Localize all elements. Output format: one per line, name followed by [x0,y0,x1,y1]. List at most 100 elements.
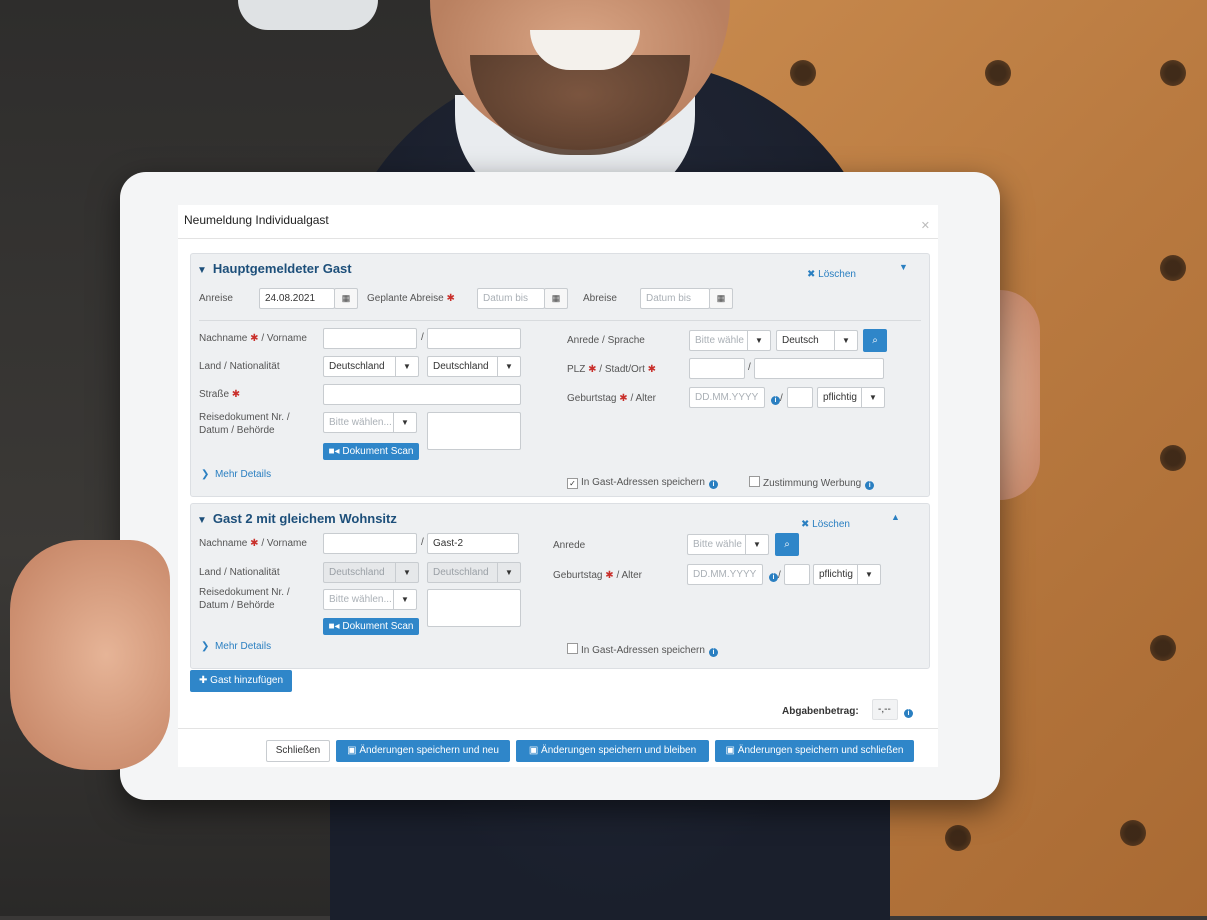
save-close-button[interactable]: ▣ Änderungen speichern und schließen [715,740,914,762]
nationality-select[interactable]: Deutschland ▼ [427,356,521,377]
document-scan-button[interactable]: ■◂ Dokument Scan [323,443,419,460]
calendar-icon[interactable]: ▦ [544,288,568,309]
lastname-input[interactable] [323,533,417,554]
save-icon: ▣ [347,745,357,756]
tax-status-select[interactable]: pflichtig ▼ [817,387,885,408]
required-icon: ✱ [588,364,597,375]
guest2-heading-text: Gast 2 mit gleichem Wohnsitz [212,511,397,526]
levy-info: i [900,705,913,718]
birthday-input[interactable]: DD.MM.YYYY [687,564,763,585]
chevron-down-icon: ▼ [857,565,880,584]
save-address-option[interactable]: In Gast-Adressen speichern i [567,643,718,657]
main-guest-panel: ▼ Hauptgemeldeter Gast ✖ Löschen ▼ Anreis… [190,253,930,497]
firstname-label-text: / Vorname [261,333,307,344]
consent-option[interactable]: Zustimmung Werbung i [749,476,875,490]
more-details-link[interactable]: ❯ Mehr Details [201,469,271,480]
firstname-input[interactable] [427,328,521,349]
document-type-select[interactable]: Bitte wählen... ▼ [323,412,417,433]
info-icon[interactable]: i [865,481,875,490]
country-select: Deutschland ▼ [323,562,419,583]
salutation-select[interactable]: Bitte wähle ▼ [689,330,771,351]
city-input[interactable] [754,358,884,379]
chevron-down-icon: ▼ [197,515,207,526]
name-label-text: Nachname [199,538,248,549]
close-button[interactable]: Schließen [266,740,330,762]
arrival-input[interactable]: 24.08.2021 [259,288,335,309]
search-icon[interactable]: ⌕ [863,329,887,352]
search-icon[interactable]: ⌕ [775,533,799,556]
divider [178,238,938,239]
more-details-link[interactable]: ❯ Mehr Details [201,641,271,652]
save-address-checkbox[interactable] [567,643,578,654]
chevron-up-icon[interactable]: ▲ [891,512,900,522]
planned-departure-input[interactable]: Datum bis [477,288,545,309]
age-input[interactable] [787,387,813,408]
street-input[interactable] [323,384,521,405]
calendar-icon[interactable]: ▦ [334,288,358,309]
lastname-input[interactable] [323,328,417,349]
info-icon[interactable]: i [769,573,778,582]
birthday-info: i / [765,569,781,582]
add-guest-button[interactable]: ✚ Gast hinzufügen [190,670,292,692]
planned-departure-text: Geplante Abreise [367,293,444,304]
chevron-down-icon: ▼ [747,331,770,350]
salutation-language-label: Anrede / Sprache [567,335,645,346]
levy-value: -,-- [872,699,898,720]
guest2-panel: ▼ Gast 2 mit gleichem Wohnsitz ✖ Löschen … [190,503,930,669]
salutation-select[interactable]: Bitte wähle ▼ [687,534,769,555]
collapse-icon[interactable]: ▼ [899,262,908,272]
document-label: Reisedokument Nr. / Datum / Behörde [199,586,290,612]
separator-slash: / [421,537,424,548]
chevron-down-icon: ▼ [197,265,207,276]
language-select[interactable]: Deutsch ▼ [776,330,858,351]
camera-icon: ■◂ [328,621,340,632]
birthday-label: Geburtstag ✱ / Alter [553,569,642,582]
birthday-input[interactable]: DD.MM.YYYY [689,387,765,408]
info-icon[interactable]: i [904,709,913,718]
country-select[interactable]: Deutschland ▼ [323,356,419,377]
document-type-select[interactable]: Bitte wählen... ▼ [323,589,417,610]
delete-guest2-button[interactable]: ✖ Löschen [801,519,850,530]
info-icon[interactable]: i [771,396,780,405]
separator-slash: / [421,332,424,343]
chevron-down-icon: ▼ [745,535,768,554]
document-details-textarea[interactable] [427,589,521,627]
main-guest-heading-text: Hauptgemeldeter Gast [212,261,352,276]
firstname-input[interactable]: Gast-2 [427,533,519,554]
delete-guest1-button[interactable]: ✖ Löschen [807,269,856,280]
save-address-checkbox[interactable]: ✓ [567,478,578,489]
name-label: Nachname ✱ / Vorname [199,537,307,550]
info-icon[interactable]: i [708,648,718,657]
delete-label: Löschen [812,519,850,530]
save-new-button[interactable]: ▣ Änderungen speichern und neu [336,740,510,762]
add-guest-label: Gast hinzufügen [210,675,283,686]
tax-status-select[interactable]: pflichtig ▼ [813,564,881,585]
save-icon: ▣ [528,745,539,756]
city-label-text: / Stadt/Ort [599,364,645,375]
save-address-option[interactable]: ✓ In Gast-Adressen speichern i [567,476,718,489]
guest2-heading[interactable]: ▼ Gast 2 mit gleichem Wohnsitz [197,511,397,526]
consent-label: Zustimmung Werbung [763,478,862,489]
document-details-textarea[interactable] [427,412,521,450]
salutation-placeholder: Bitte wähle [693,539,742,550]
main-guest-heading[interactable]: ▼ Hauptgemeldeter Gast [197,261,352,276]
departure-input[interactable]: Datum bis [640,288,710,309]
name-label-text: Nachname [199,333,248,344]
consent-checkbox[interactable] [749,476,760,487]
document-scan-button[interactable]: ■◂ Dokument Scan [323,618,419,635]
close-icon[interactable]: ✕ [921,219,930,232]
save-close-label: Änderungen speichern und schließen [737,745,904,756]
divider [199,320,921,321]
nationality-value: Deutschland [433,361,489,372]
age-input[interactable] [784,564,810,585]
save-stay-button[interactable]: ▣ Änderungen speichern und bleiben [516,740,709,762]
calendar-icon[interactable]: ▦ [709,288,733,309]
zip-input[interactable] [689,358,745,379]
age-label-text: / Alter [616,570,643,581]
document-label-line1: Reisedokument Nr. / [199,412,290,423]
save-new-label: Änderungen speichern und neu [359,745,499,756]
nationality-select: Deutschland ▼ [427,562,521,583]
required-icon: ✱ [619,393,628,404]
country-label: Land / Nationalität [199,567,280,578]
info-icon[interactable]: i [708,480,718,489]
